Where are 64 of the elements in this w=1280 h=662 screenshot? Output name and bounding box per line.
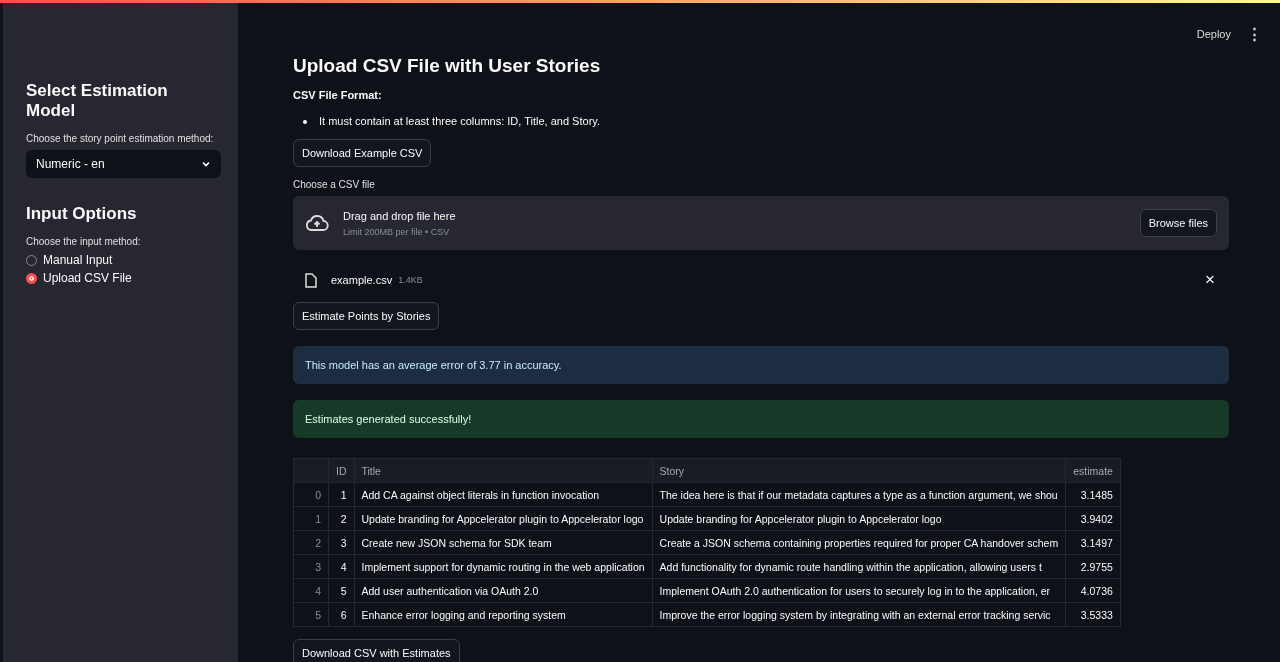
row-index: 0 (293, 482, 329, 507)
table-cell: 3.9402 (1065, 506, 1121, 531)
table-cell: Update branding for Appcelerator plugin to Appcelerator logo (354, 506, 653, 531)
table-cell: 6 (328, 602, 354, 627)
table-cell: Update branding for Appcelerator plugin to Appcelerator logo (652, 506, 1066, 531)
section-heading: CSV File Format: (293, 89, 382, 101)
remove-file-button[interactable]: × (1205, 270, 1215, 290)
alert-message: This model has an average error of 3.77 in accuracy. (293, 346, 1229, 384)
sidebar-heading: Input Options (26, 204, 138, 224)
list-item: It must contain at least three columns: ID, Title, and Story. (319, 115, 601, 127)
browse-files-button[interactable]: Browse files (1139, 209, 1217, 237)
field-label: Choose the input method: (26, 236, 142, 247)
file-name: example.csv (331, 274, 393, 286)
row-index: 4 (293, 578, 329, 603)
table-cell: Create new JSON schema for SDK team (354, 530, 653, 555)
radio-label[interactable]: Manual Input (43, 253, 113, 267)
model-select[interactable]: Numeric - en (26, 150, 221, 178)
table-cell: 2 (328, 506, 354, 531)
table-cell: 4.0736 (1065, 578, 1121, 603)
dropzone-hint: Limit 200MB per file • CSV (343, 226, 451, 237)
radio-label[interactable]: Upload CSV File (43, 271, 132, 285)
table-cell: Enhance error logging and reporting system (354, 602, 653, 627)
uploader-label: Choose a CSV file (293, 179, 375, 190)
table-cell: Add functionality for dynamic route handling within the application, allowing users t (652, 554, 1066, 579)
table-cell: The idea here is that if our metadata captures a type as a function argument, we shou (652, 482, 1066, 507)
bullet-icon (303, 120, 307, 124)
table-cell: Improve the error logging system by integrating with an external error tracking servic (652, 602, 1066, 627)
file-icon (305, 272, 317, 288)
menu-icon[interactable]: ⋮ (1247, 25, 1262, 43)
table-cell: 3.1497 (1065, 530, 1121, 555)
table-cell: 3.5333 (1065, 602, 1121, 627)
table-cell: 2.9755 (1065, 554, 1121, 579)
cloud-upload-icon (305, 214, 329, 232)
table-header[interactable]: Title (354, 458, 653, 483)
table-cell: 1 (328, 482, 354, 507)
table-cell: Implement OAuth 2.0 authentication for users to securely log in to the application, er (652, 578, 1066, 603)
table-cell: 3.1485 (1065, 482, 1121, 507)
download-example-button[interactable]: Download Example CSV (293, 139, 432, 167)
page-title: Upload CSV File with User Stories (293, 55, 601, 77)
row-index: 2 (293, 530, 329, 555)
deploy-button[interactable]: Deploy (1196, 28, 1231, 40)
row-index: 3 (293, 554, 329, 579)
table-header[interactable]: Story (652, 458, 1066, 483)
table-cell: 4 (328, 554, 354, 579)
radio-button[interactable] (26, 272, 37, 284)
table-cell: Add CA against object literals in function invocation (354, 482, 653, 507)
estimate-button[interactable]: Estimate Points by Stories (293, 302, 440, 330)
table-header[interactable]: estimate (1065, 458, 1121, 483)
table-header[interactable]: ID (328, 458, 354, 483)
file-size: 1.4KB (398, 275, 424, 285)
table-cell: 5 (328, 578, 354, 603)
table-cell: 3 (328, 530, 354, 555)
sidebar-heading: Select Estimation Model (26, 81, 169, 121)
download-estimates-button[interactable]: Download CSV with Estimates (293, 639, 460, 662)
table-cell: Create a JSON schema containing properties required for proper CA handover schem (652, 530, 1066, 555)
row-index: 5 (293, 602, 329, 627)
dropzone-title: Drag and drop file here (343, 209, 457, 222)
table-cell: Add user authentication via OAuth 2.0 (354, 578, 653, 603)
row-index: 1 (293, 506, 329, 531)
field-label: Choose the story point estimation method: (26, 133, 215, 144)
file-dropzone[interactable]: Drag and drop file here Limit 200MB per file • CSV Browse files (293, 196, 1229, 250)
alert-message: Estimates generated successfully! (293, 400, 1229, 438)
chevron-down-icon (201, 159, 211, 169)
table-cell: Implement support for dynamic routing in the web application (354, 554, 653, 579)
